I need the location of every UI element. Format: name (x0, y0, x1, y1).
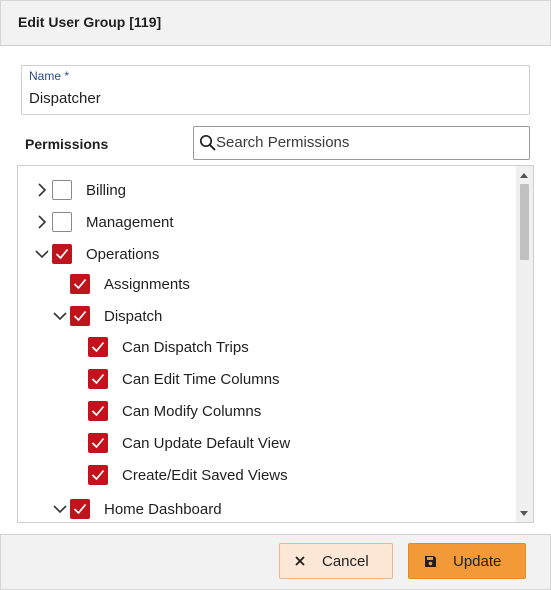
save-icon (425, 556, 436, 567)
tree-item-label: Create/Edit Saved Views (122, 467, 288, 484)
tree-item-label: Can Edit Time Columns (122, 371, 280, 388)
tree-item-checkbox[interactable] (70, 499, 90, 519)
scroll-down-arrow-icon[interactable] (520, 511, 528, 516)
permissions-tree[interactable]: Billing Management Operations Assignments Di… (17, 165, 534, 523)
chevron-down-icon[interactable] (35, 247, 49, 261)
tree-item-checkbox[interactable] (88, 465, 108, 485)
tree-item[interactable]: Management (18, 210, 515, 236)
tree-item-label: Can Dispatch Trips (122, 339, 249, 356)
name-field-value[interactable]: Dispatcher (29, 90, 101, 107)
tree-item-label: Dispatch (104, 308, 163, 325)
dialog-header: Edit User Group [119] (0, 0, 551, 46)
tree-item-checkbox[interactable] (52, 212, 72, 232)
tree-item-label: Billing (86, 182, 127, 199)
dialog-title: Edit User Group [119] (18, 14, 162, 30)
update-button-label: Update (453, 553, 502, 570)
tree-item-label: Management (86, 214, 174, 231)
tree-item-label: Home Dashboard (104, 501, 222, 518)
checkmark-icon (91, 469, 105, 481)
checkmark-icon (91, 437, 105, 449)
cancel-button-label: Cancel (322, 553, 369, 570)
tree-item-label: Can Update Default View (122, 435, 291, 452)
tree-item-checkbox[interactable] (70, 274, 90, 294)
tree-item[interactable]: Assignments (18, 272, 515, 298)
checkmark-icon (91, 405, 105, 417)
tree-item-checkbox[interactable] (52, 244, 72, 264)
checkmark-icon (73, 503, 87, 515)
tree-item-checkbox[interactable] (88, 433, 108, 453)
tree-item[interactable]: Home Dashboard (18, 497, 515, 522)
tree-item[interactable]: Can Edit Time Columns (18, 367, 515, 393)
chevron-right-icon[interactable] (35, 183, 49, 197)
checkmark-icon (73, 278, 87, 290)
name-field-label: Name * (29, 69, 70, 83)
scroll-up-arrow-icon[interactable] (520, 173, 528, 178)
tree-item-checkbox[interactable] (70, 306, 90, 326)
name-field[interactable]: Name * Dispatcher (21, 65, 530, 115)
update-button[interactable]: Update (408, 543, 526, 579)
checkmark-icon (91, 341, 105, 353)
tree-scrollbar[interactable] (516, 166, 533, 522)
chevron-down-icon[interactable] (53, 502, 67, 516)
cancel-button[interactable]: Cancel (279, 543, 393, 579)
permissions-search[interactable] (193, 126, 530, 160)
chevron-down-icon[interactable] (53, 309, 67, 323)
search-icon (199, 134, 216, 151)
tree-item-checkbox[interactable] (52, 180, 72, 200)
close-icon (295, 556, 305, 566)
chevron-right-icon[interactable] (35, 215, 49, 229)
scroll-thumb[interactable] (520, 184, 529, 260)
search-input[interactable] (216, 127, 521, 157)
checkmark-icon (73, 310, 87, 322)
tree-item-label: Operations (86, 246, 160, 263)
checkmark-icon (55, 248, 69, 260)
tree-item[interactable]: Can Update Default View (18, 431, 515, 457)
dialog-footer: Cancel Update (0, 534, 551, 590)
permissions-label: Permissions (25, 136, 109, 152)
tree-item-checkbox[interactable] (88, 369, 108, 389)
tree-item[interactable]: Can Modify Columns (18, 399, 515, 425)
tree-item[interactable]: Create/Edit Saved Views (18, 463, 515, 489)
tree-item-checkbox[interactable] (88, 401, 108, 421)
checkmark-icon (91, 373, 105, 385)
tree-item[interactable]: Can Dispatch Trips (18, 335, 515, 361)
tree-item[interactable]: Operations (18, 242, 515, 268)
tree-item-label: Assignments (104, 276, 190, 293)
tree-item-checkbox[interactable] (88, 337, 108, 357)
tree-item-label: Can Modify Columns (122, 403, 262, 420)
tree-item[interactable]: Dispatch (18, 304, 515, 330)
tree-item[interactable]: Billing (18, 178, 515, 204)
